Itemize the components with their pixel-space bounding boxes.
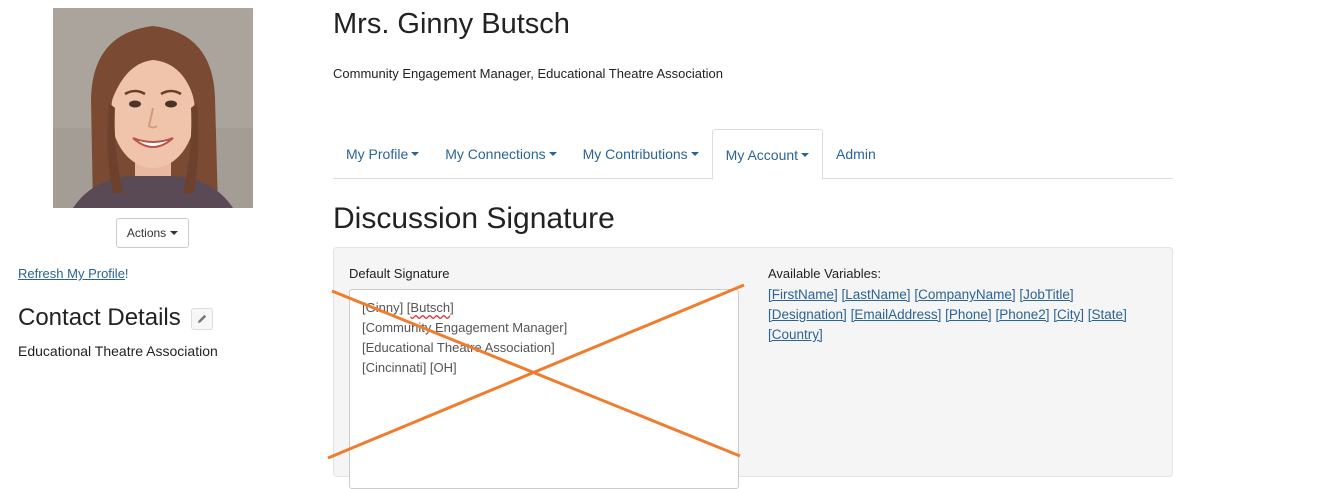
tab-label: My Contributions: [582, 146, 688, 162]
spellcheck-word: Butsch: [410, 300, 451, 315]
available-variables-label: Available Variables:: [768, 266, 881, 281]
variable-link[interactable]: [FirstName]: [768, 287, 838, 302]
tab-admin[interactable]: Admin: [823, 129, 889, 179]
variable-link[interactable]: [Phone2]: [995, 307, 1049, 322]
signature-text: [Ginny] [: [362, 300, 411, 315]
signature-line: [Cincinnati] [OH]: [362, 360, 457, 375]
actions-button[interactable]: Actions: [116, 218, 189, 248]
signature-line: [Ginny] [Butsch]: [362, 298, 726, 318]
avatar: [53, 8, 253, 208]
profile-sidebar: Actions Refresh My Profile! Contact Deta…: [0, 0, 300, 460]
signature-panel: Default Signature [Ginny] [Butsch] [Comm…: [333, 247, 1173, 489]
profile-tabs: My Profile My Connections My Contributio…: [333, 129, 1173, 180]
profile-name: Mrs. Ginny Butsch: [333, 8, 570, 40]
variable-link[interactable]: [Phone]: [945, 307, 992, 322]
chevron-down-icon: [690, 152, 699, 156]
chevron-down-icon: [801, 152, 810, 157]
profile-job-title: Community Engagement Manager, Educationa…: [333, 66, 723, 81]
tab-label: My Profile: [346, 146, 409, 162]
tab-my-account[interactable]: My Account: [711, 129, 824, 180]
chevron-down-icon: [548, 152, 557, 156]
pencil-icon: [198, 314, 207, 323]
chevron-down-icon: [411, 152, 420, 156]
variable-link[interactable]: [Designation]: [768, 307, 847, 322]
actions-label: Actions: [126, 226, 167, 240]
tab-my-profile[interactable]: My Profile: [333, 129, 432, 179]
chevron-down-icon: [170, 231, 179, 235]
variable-link[interactable]: [CompanyName]: [914, 287, 1015, 302]
tab-my-contributions[interactable]: My Contributions: [570, 129, 712, 179]
profile-photo: [53, 8, 253, 208]
variable-link[interactable]: [EmailAddress]: [851, 307, 942, 322]
tab-my-connections[interactable]: My Connections: [432, 129, 569, 179]
signature-text: ]: [450, 300, 454, 315]
refresh-profile-link[interactable]: Refresh My Profile!: [18, 266, 129, 281]
edit-contact-button[interactable]: [191, 308, 213, 330]
signature-line: [Educational Theatre Association]: [362, 340, 555, 355]
tab-label: My Account: [725, 146, 799, 163]
contact-organization: Educational Theatre Association: [18, 343, 218, 359]
variable-link[interactable]: [Country]: [768, 327, 823, 342]
variable-link[interactable]: [City]: [1053, 307, 1084, 322]
variable-link[interactable]: [JobTitle]: [1019, 287, 1073, 302]
variables-list: [FirstName] [LastName] [CompanyName] [Jo…: [768, 285, 1168, 345]
tab-label: My Connections: [445, 146, 546, 162]
variable-link[interactable]: [LastName]: [842, 287, 911, 302]
variable-link[interactable]: [State]: [1088, 307, 1127, 322]
contact-details-heading: Contact Details: [18, 304, 181, 331]
default-signature-label: Default Signature: [349, 266, 450, 281]
refresh-profile-suffix: !: [124, 266, 129, 281]
refresh-profile-label: Refresh My Profile: [18, 266, 125, 281]
signature-textarea[interactable]: [Ginny] [Butsch] [Community Engagement M…: [349, 289, 739, 489]
tab-label: Admin: [836, 146, 876, 162]
page-title: Discussion Signature: [333, 202, 615, 235]
signature-line: [Community Engagement Manager]: [362, 320, 568, 335]
